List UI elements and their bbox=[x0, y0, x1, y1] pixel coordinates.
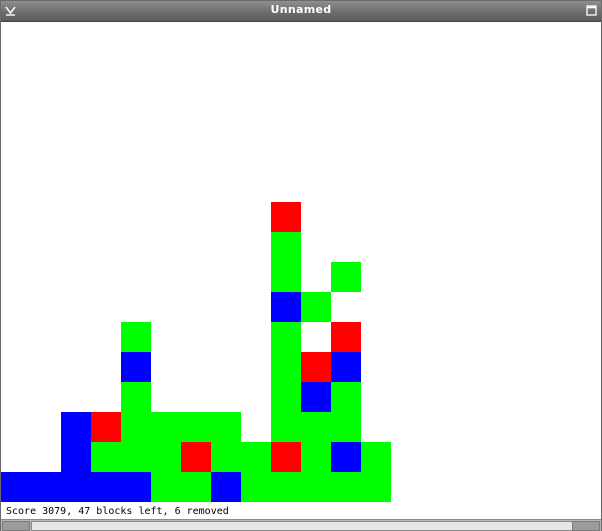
red-block[interactable] bbox=[181, 442, 211, 472]
blue-block[interactable] bbox=[61, 472, 91, 502]
green-block[interactable] bbox=[151, 412, 181, 442]
window-title: Unnamed bbox=[270, 3, 332, 16]
green-block[interactable] bbox=[361, 442, 391, 472]
red-block[interactable] bbox=[91, 412, 121, 442]
green-block[interactable] bbox=[121, 442, 151, 472]
green-block[interactable] bbox=[121, 322, 151, 352]
green-block[interactable] bbox=[211, 412, 241, 442]
green-block[interactable] bbox=[271, 382, 301, 412]
green-block[interactable] bbox=[271, 412, 301, 442]
green-block[interactable] bbox=[181, 412, 211, 442]
blue-block[interactable] bbox=[331, 352, 361, 382]
maximize-icon[interactable] bbox=[585, 4, 598, 17]
blue-block[interactable] bbox=[271, 292, 301, 322]
scroll-left-button[interactable] bbox=[2, 521, 30, 531]
green-block[interactable] bbox=[271, 262, 301, 292]
status-text: Score 3079, 47 blocks left, 6 removed bbox=[6, 506, 229, 517]
blue-block[interactable] bbox=[61, 442, 91, 472]
green-block[interactable] bbox=[151, 472, 181, 502]
green-block[interactable] bbox=[181, 472, 211, 502]
blue-block[interactable] bbox=[61, 412, 91, 442]
green-block[interactable] bbox=[301, 292, 331, 322]
green-block[interactable] bbox=[301, 412, 331, 442]
green-block[interactable] bbox=[151, 442, 181, 472]
blue-block[interactable] bbox=[211, 472, 241, 502]
red-block[interactable] bbox=[271, 202, 301, 232]
green-block[interactable] bbox=[361, 472, 391, 502]
green-block[interactable] bbox=[331, 412, 361, 442]
green-block[interactable] bbox=[241, 472, 271, 502]
red-block[interactable] bbox=[271, 442, 301, 472]
blue-block[interactable] bbox=[121, 472, 151, 502]
horizontal-scrollbar[interactable] bbox=[1, 519, 601, 531]
blue-block[interactable] bbox=[31, 472, 61, 502]
blue-block[interactable] bbox=[1, 472, 31, 502]
green-block[interactable] bbox=[271, 322, 301, 352]
green-block[interactable] bbox=[331, 472, 361, 502]
scroll-thumb[interactable] bbox=[31, 521, 573, 531]
red-block[interactable] bbox=[331, 322, 361, 352]
red-block[interactable] bbox=[301, 352, 331, 382]
green-block[interactable] bbox=[121, 412, 151, 442]
green-block[interactable] bbox=[271, 352, 301, 382]
green-block[interactable] bbox=[241, 442, 271, 472]
green-block[interactable] bbox=[301, 472, 331, 502]
green-block[interactable] bbox=[331, 382, 361, 412]
blue-block[interactable] bbox=[91, 472, 121, 502]
scroll-right-button[interactable] bbox=[572, 521, 600, 531]
title-bar[interactable]: Unnamed bbox=[1, 1, 601, 22]
green-block[interactable] bbox=[271, 232, 301, 262]
green-block[interactable] bbox=[211, 442, 241, 472]
green-block[interactable] bbox=[301, 442, 331, 472]
green-block[interactable] bbox=[331, 262, 361, 292]
blue-block[interactable] bbox=[121, 352, 151, 382]
blue-block[interactable] bbox=[331, 442, 361, 472]
green-block[interactable] bbox=[271, 472, 301, 502]
blue-block[interactable] bbox=[301, 382, 331, 412]
green-block[interactable] bbox=[121, 382, 151, 412]
game-board[interactable] bbox=[1, 22, 601, 502]
green-block[interactable] bbox=[91, 442, 121, 472]
game-window: Unnamed Score 3079, 47 blocks left, 6 re… bbox=[0, 0, 602, 531]
